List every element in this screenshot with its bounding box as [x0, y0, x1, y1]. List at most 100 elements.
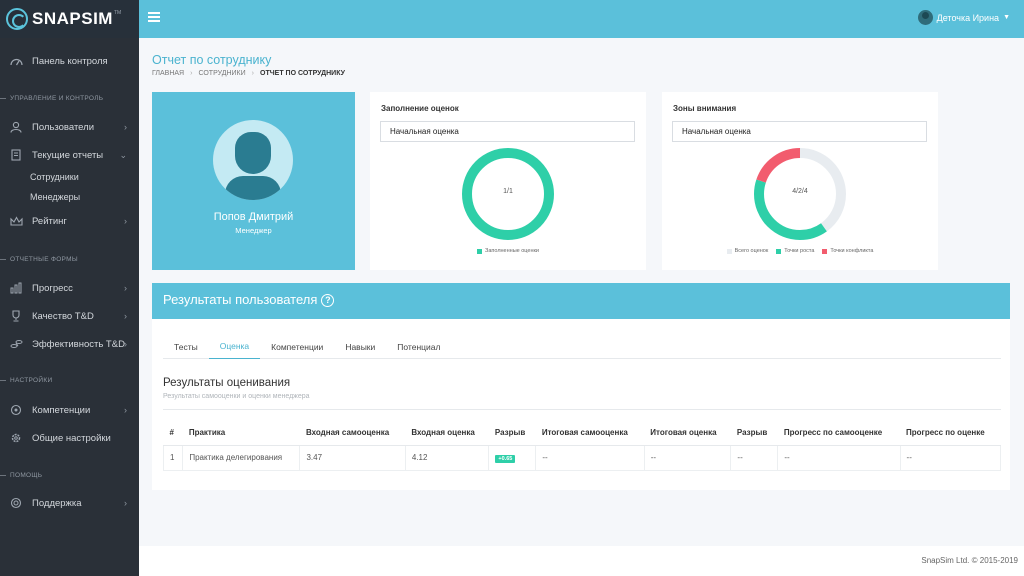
sidebar-item-support[interactable]: Поддержка › — [0, 492, 139, 514]
table-cell: +0.65 — [488, 444, 537, 471]
attention-donut-center-label: 4/2/4 — [792, 188, 808, 195]
attention-card: Зоны внимания Начальная оценка 4/2/4 Все… — [662, 92, 938, 270]
profile-card: Попов Дмитрий Менеджер — [152, 92, 355, 270]
tab-skills[interactable]: Навыки — [334, 334, 386, 359]
legend-swatch — [822, 248, 828, 254]
sidebar-item-quality[interactable]: Качество T&D › — [0, 305, 139, 327]
avatar-body — [225, 176, 281, 200]
legend-swatch — [726, 248, 732, 254]
table-cell: -- — [644, 444, 732, 471]
table-cell: -- — [777, 444, 901, 471]
coins-icon — [9, 337, 23, 351]
results-panel: Тесты Оценка Компетенции Навыки Потенциа… — [152, 319, 1010, 490]
table-cell: Практика делегирования — [182, 444, 301, 471]
fill-legend: Заполненные оценки — [370, 248, 646, 254]
lifebuoy-icon — [9, 496, 23, 510]
sidebar-item-progress[interactable]: Прогресс › — [0, 277, 139, 299]
column-header: Практика — [182, 421, 300, 446]
document-icon — [9, 148, 23, 162]
bar-chart-icon — [9, 281, 23, 295]
fill-assessment-select[interactable]: Начальная оценка — [380, 121, 635, 142]
sidebar-item-label: Поддержка — [32, 497, 82, 509]
attention-assessment-select[interactable]: Начальная оценка — [672, 121, 927, 142]
chevron-down-icon: ▼ — [1003, 14, 1010, 21]
user-icon — [9, 120, 23, 134]
legend-swatch — [776, 248, 782, 254]
avatar — [917, 10, 933, 25]
footer-copyright: SnapSim Ltd. © 2015-2019 — [921, 556, 1018, 565]
sidebar-item-label: Текущие отчеты — [32, 149, 104, 161]
table-row: 1 Практика делегирования 3.47 4.12 +0.65… — [162, 444, 1002, 471]
sidebar-item-label: Пользователи — [32, 121, 95, 133]
sidebar-item-dashboard[interactable]: Панель контроля — [0, 50, 139, 72]
breadcrumb-current: ОТЧЕТ ПО СОТРУДНИКУ — [260, 70, 346, 77]
section-title: Результаты оценивания — [163, 377, 291, 389]
user-menu[interactable]: Деточка Ирина ▼ — [917, 10, 1010, 25]
table-cell: -- — [535, 444, 645, 471]
menu-toggle-icon[interactable] — [148, 12, 160, 24]
profile-role: Менеджер — [235, 226, 272, 235]
table-header-row: # Практика Входная самооценка Входная оц… — [163, 421, 1001, 446]
chevron-right-icon: › — [124, 122, 127, 132]
sidebar-subitem-employees[interactable]: Сотрудники — [0, 168, 139, 186]
results-tabs: Тесты Оценка Компетенции Навыки Потенциа… — [163, 334, 1001, 359]
column-header: Итоговая оценка — [644, 421, 731, 446]
page-title: Отчет по сотруднику — [152, 53, 272, 67]
column-header: Разрыв — [730, 421, 778, 446]
tab-competencies[interactable]: Компетенции — [260, 334, 334, 359]
sidebar-item-label: Эффективность T&D — [32, 338, 125, 350]
attention-legend: Всего оценок Точки роста Точки конфликта — [662, 248, 938, 254]
dashboard-gauge-icon — [9, 54, 23, 68]
fill-card-title: Заполнение оценок — [381, 104, 459, 113]
chevron-right-icon: › — [190, 70, 193, 77]
sidebar-item-label: Рейтинг — [32, 215, 67, 227]
legend-item-growth: Точки роста — [776, 248, 814, 254]
table-cell: 3.47 — [299, 444, 406, 471]
sidebar-item-label: Качество T&D — [32, 310, 94, 322]
logo-text: SNAPSIM — [32, 9, 113, 28]
results-header: Результаты пользователя? — [152, 283, 1010, 319]
sidebar-item-users[interactable]: Пользователи › — [0, 116, 139, 138]
sidebar-subitem-managers[interactable]: Менеджеры — [0, 188, 139, 206]
crown-icon — [9, 214, 23, 228]
attention-card-title: Зоны внимания — [673, 104, 737, 113]
profile-name: Попов Дмитрий — [213, 211, 294, 223]
legend-item-conflict: Точки конфликта — [822, 248, 873, 254]
sidebar-section-reports: ОТЧЕТНЫЕ ФОРМЫ — [0, 256, 139, 263]
sidebar: SNAPSIM TM Панель контроля УПРАВЛЕНИЕ И … — [0, 0, 139, 576]
column-header: Прогресс по оценке — [900, 421, 1001, 446]
chevron-right-icon: › — [124, 339, 127, 349]
breadcrumb-employees[interactable]: СОТРУДНИКИ — [198, 70, 245, 77]
breadcrumb-home[interactable]: ГЛАВНАЯ — [152, 70, 184, 77]
sidebar-item-efficiency[interactable]: Эффективность T&D › — [0, 333, 139, 355]
avatar-head — [235, 132, 271, 174]
column-header: Итоговая самооценка — [535, 421, 645, 446]
sidebar-item-rating[interactable]: Рейтинг › — [0, 210, 139, 232]
topbar: Деточка Ирина ▼ — [139, 0, 1024, 38]
sidebar-item-label: Панель контроля — [32, 55, 108, 67]
logo-trademark: TM — [113, 10, 122, 16]
legend-item-filled: Заполненные оценки — [477, 248, 539, 254]
sidebar-item-current-reports[interactable]: Текущие отчеты ⌄ — [0, 144, 139, 166]
chevron-right-icon: › — [251, 70, 255, 77]
divider — [163, 409, 1001, 410]
sidebar-section-help: ПОМОЩЬ — [0, 472, 139, 479]
fill-donut-center-label: 1/1 — [503, 188, 513, 195]
section-subtitle: Результаты самооценки и оценки менеджера — [163, 393, 310, 400]
column-header: Входная самооценка — [299, 421, 406, 446]
tab-tests[interactable]: Тесты — [163, 334, 209, 359]
table-cell: -- — [730, 444, 779, 471]
table-cell: -- — [900, 444, 1002, 471]
legend-swatch — [477, 248, 483, 254]
attention-donut-chart: 4/2/4 — [754, 148, 846, 240]
sidebar-item-label: Прогресс — [32, 282, 73, 294]
chevron-right-icon: › — [124, 498, 127, 508]
sidebar-section-settings: НАСТРОЙКИ — [0, 377, 139, 384]
sidebar-item-competencies[interactable]: Компетенции › — [0, 399, 139, 421]
logo[interactable]: SNAPSIM TM — [0, 0, 139, 38]
tab-potential[interactable]: Потенциал — [386, 334, 451, 359]
help-icon[interactable]: ? — [321, 294, 335, 308]
sidebar-item-general-settings[interactable]: Общие настройки — [0, 427, 139, 449]
fill-card: Заполнение оценок Начальная оценка 1/1 З… — [370, 92, 646, 270]
tab-assessment[interactable]: Оценка — [208, 334, 261, 359]
